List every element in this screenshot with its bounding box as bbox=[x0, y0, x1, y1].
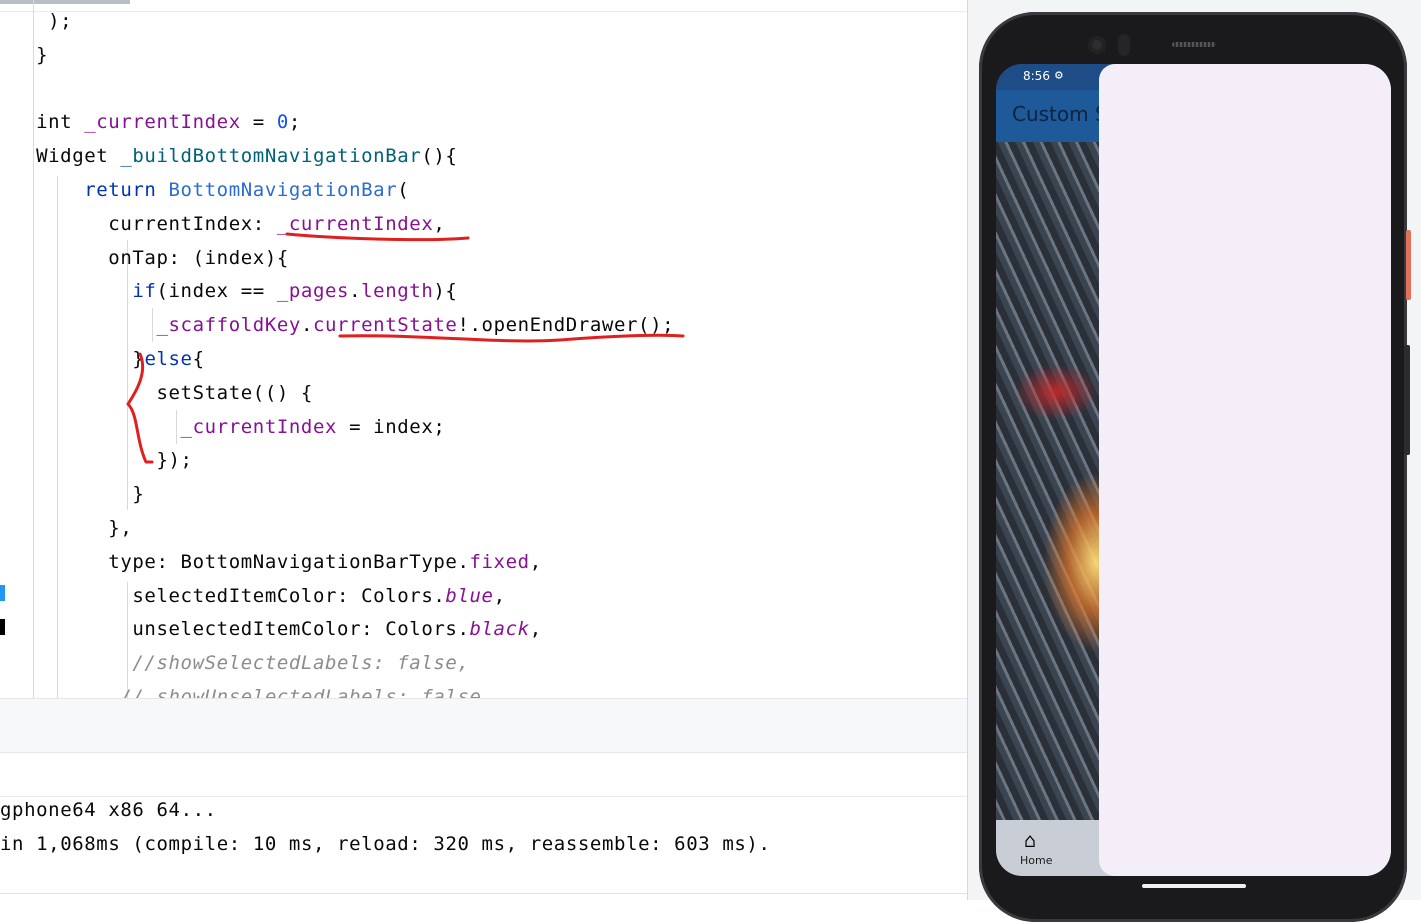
code-token: { bbox=[192, 348, 205, 370]
code-token: // showUnselectedLabels: false bbox=[12, 686, 482, 698]
code-token: , bbox=[529, 618, 542, 641]
code-token: _currentIndex bbox=[180, 415, 338, 438]
code-line: } bbox=[12, 477, 144, 511]
code-token: onTap: (index){ bbox=[12, 246, 289, 269]
code-line: ); bbox=[12, 4, 72, 38]
code-token: 0 bbox=[276, 111, 289, 134]
code-token: Widget bbox=[12, 145, 121, 168]
code-token: //showSelectedLabels: false, bbox=[12, 652, 470, 675]
code-editor[interactable]: ); } int _currentIndex = 0; Widget _buil… bbox=[0, 0, 967, 698]
code-token: , bbox=[493, 584, 506, 607]
code-token: setState(() { bbox=[12, 381, 313, 404]
code-token: ); bbox=[12, 10, 73, 32]
code-token: } bbox=[12, 43, 49, 66]
code-token: type: BottomNavigationBarType. bbox=[12, 550, 470, 573]
speaker-grille bbox=[1172, 42, 1216, 47]
end-drawer[interactable] bbox=[1099, 64, 1391, 876]
code-token: }); bbox=[12, 449, 193, 472]
console-line-device: gphone64 x86 64... bbox=[0, 799, 217, 821]
code-token: (){ bbox=[421, 145, 458, 168]
home-icon[interactable]: ⌂ bbox=[1024, 828, 1036, 852]
code-line: // showUnselectedLabels: false bbox=[12, 680, 482, 698]
code-line: }else{ bbox=[12, 342, 205, 376]
code-line: //showSelectedLabels: false, bbox=[12, 646, 469, 680]
code-token: ){ bbox=[433, 280, 458, 303]
camera-icon bbox=[1088, 36, 1106, 54]
code-line: selectedItemColor: Colors.blue, bbox=[12, 579, 506, 613]
code-token: } bbox=[12, 348, 145, 370]
code-line: _currentIndex = index; bbox=[12, 410, 445, 444]
code-line: type: BottomNavigationBarType.fixed, bbox=[12, 545, 542, 579]
ide-window: ); } int _currentIndex = 0; Widget _buil… bbox=[0, 0, 967, 900]
code-token: }, bbox=[12, 517, 133, 539]
volume-button[interactable] bbox=[1404, 345, 1410, 455]
code-line: unselectedItemColor: Colors.black, bbox=[12, 612, 542, 646]
code-token: currentState bbox=[312, 314, 458, 337]
code-token: } bbox=[12, 483, 145, 506]
code-token: !.openEndDrawer(); bbox=[457, 314, 675, 337]
code-line: }); bbox=[12, 443, 193, 477]
code-token: int bbox=[12, 111, 85, 134]
code-token: . bbox=[300, 314, 313, 337]
code-token: else bbox=[144, 348, 193, 370]
code-line: int _currentIndex = 0; bbox=[12, 105, 301, 139]
code-token: black bbox=[469, 618, 530, 641]
tool-window-header[interactable] bbox=[0, 698, 967, 753]
code-line: return BottomNavigationBar( bbox=[12, 173, 409, 207]
phone-screen[interactable]: 8:56 ⚙ ▾◢▮ Custom Scaffold ⌂ Home bbox=[996, 64, 1391, 876]
code-token: _currentIndex bbox=[84, 111, 241, 134]
code-token: _pages bbox=[276, 280, 350, 303]
code-token: return bbox=[84, 179, 169, 201]
code-line: Widget _buildBottomNavigationBar(){ bbox=[12, 139, 457, 173]
code-token: = index; bbox=[337, 415, 446, 438]
code-token: fixed bbox=[469, 550, 530, 573]
code-token: , bbox=[529, 550, 542, 573]
code-token: currentIndex: bbox=[12, 212, 277, 235]
code-line: } bbox=[12, 38, 48, 72]
code-token: blue bbox=[445, 584, 494, 607]
code-token: _currentIndex bbox=[276, 212, 434, 235]
gutter-color-blue bbox=[0, 585, 5, 601]
code-line: }, bbox=[12, 511, 132, 545]
status-time: 8:56 bbox=[1023, 69, 1050, 83]
code-token: . bbox=[349, 280, 362, 303]
power-button[interactable] bbox=[1406, 230, 1411, 300]
sensor-icon bbox=[1118, 34, 1130, 56]
code-token: ; bbox=[288, 111, 301, 134]
code-line: onTap: (index){ bbox=[12, 241, 289, 275]
code-line: if(index == _pages.length){ bbox=[12, 274, 457, 308]
code-token: BottomNavigationBar bbox=[168, 179, 398, 201]
code-token: = bbox=[240, 111, 277, 134]
code-token: _scaffoldKey bbox=[156, 314, 301, 337]
code-line: currentIndex: _currentIndex, bbox=[12, 207, 445, 241]
code-token: ( bbox=[397, 179, 410, 201]
nav-home-label[interactable]: Home bbox=[1020, 854, 1052, 867]
code-token: if bbox=[132, 280, 157, 303]
code-token: _buildBottomNavigationBar bbox=[120, 145, 422, 168]
code-token: selectedItemColor: Colors. bbox=[12, 584, 446, 607]
gear-icon: ⚙ bbox=[1055, 68, 1063, 83]
code-line: setState(() { bbox=[12, 376, 313, 410]
code-token: length bbox=[361, 280, 434, 303]
run-console[interactable]: gphone64 x86 64... in 1,068ms (compile: … bbox=[0, 796, 967, 894]
gesture-bar[interactable] bbox=[1142, 884, 1246, 888]
code-token: unselectedItemColor: Colors. bbox=[12, 618, 470, 641]
code-token: (index == bbox=[156, 280, 277, 303]
code-token: , bbox=[433, 212, 446, 235]
code-line: _scaffoldKey.currentState!.openEndDrawer… bbox=[12, 308, 674, 342]
gutter-color-black bbox=[0, 619, 5, 635]
console-line-reload: in 1,068ms (compile: 10 ms, reload: 320 … bbox=[0, 833, 771, 855]
